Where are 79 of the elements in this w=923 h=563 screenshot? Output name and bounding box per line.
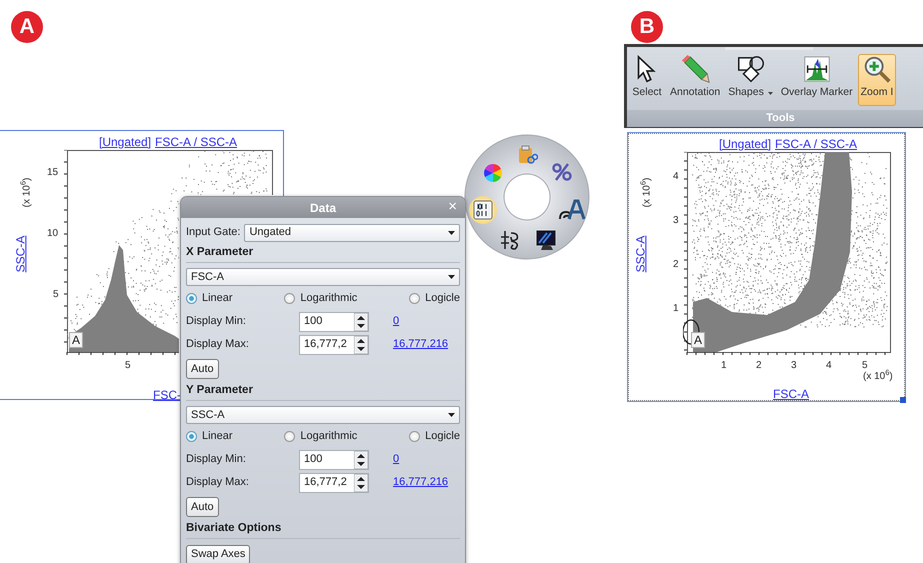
ribbon-button[interactable]: Shapes bbox=[725, 54, 776, 106]
field-label: Display Min: bbox=[186, 452, 247, 468]
y-axis-label[interactable]: SSC-A bbox=[631, 236, 650, 272]
axis-exponent: (x 10$^{6}$) bbox=[863, 369, 893, 384]
ribbon-button[interactable]: Select bbox=[629, 54, 665, 106]
scale-radio[interactable]: Logarithmic bbox=[284, 290, 358, 307]
scale-radio[interactable]: Logarithmic bbox=[284, 428, 358, 445]
number-field[interactable]: 100 bbox=[299, 450, 369, 470]
x-axis-label[interactable]: FSC-A bbox=[773, 385, 809, 403]
tick-label: 10 bbox=[47, 227, 58, 241]
resize-handle[interactable] bbox=[900, 397, 906, 403]
parameters-link[interactable]: FSC-A / SSC-A bbox=[155, 133, 238, 151]
field-label: Display Max: bbox=[186, 337, 250, 352]
parameter-dropdown[interactable]: SSC-A bbox=[186, 406, 460, 424]
parameter-dropdown[interactable]: FSC-A bbox=[186, 268, 460, 286]
spinner-arrows-icon bbox=[354, 336, 368, 354]
number-field[interactable]: 16,777,2 bbox=[299, 334, 369, 354]
input-gate-dropdown[interactable]: Ungated bbox=[244, 224, 460, 242]
swap-axes-button[interactable]: Swap Axes bbox=[186, 544, 250, 563]
parameters-link[interactable]: FSC-A / SSC-A bbox=[775, 135, 858, 153]
ribbon-button[interactable]: Annotation bbox=[667, 54, 724, 106]
ribbon-group-label: Tools bbox=[627, 110, 923, 127]
binary-icon bbox=[472, 199, 494, 221]
field-label: Display Min: bbox=[186, 314, 247, 330]
field-label: Input Gate: bbox=[186, 225, 240, 240]
tick-label: 2 bbox=[673, 258, 679, 272]
spinner-arrows-icon bbox=[354, 312, 368, 330]
ribbon-button[interactable]: Overlay Marker bbox=[778, 54, 856, 106]
tick-label: 5 bbox=[53, 288, 59, 302]
field-label: Display Max: bbox=[186, 475, 250, 490]
scale-radio[interactable]: Logicle bbox=[409, 428, 460, 445]
signature-icon bbox=[499, 229, 521, 251]
value-link[interactable]: 0 bbox=[393, 451, 400, 468]
value-link[interactable]: 16,777,216 bbox=[393, 336, 448, 353]
tick-label: 3 bbox=[673, 214, 679, 228]
ribbon-button[interactable]: Zoom I bbox=[858, 54, 896, 106]
number-field[interactable]: 16,777,2 bbox=[299, 472, 369, 492]
gate-link[interactable]: [Ungated] bbox=[719, 135, 772, 153]
tick-label: 1 bbox=[673, 302, 679, 316]
auto-button[interactable]: Auto bbox=[186, 497, 219, 517]
pencil-icon bbox=[680, 55, 710, 84]
gate-link[interactable]: [Ungated] bbox=[99, 133, 152, 151]
section-heading: X Parameter bbox=[186, 244, 460, 263]
tick-label: 5 bbox=[125, 359, 131, 373]
percent-icon bbox=[551, 161, 573, 183]
gate-label: A bbox=[691, 332, 706, 348]
histogram-marker-icon bbox=[802, 55, 832, 84]
tick-label: 2 bbox=[756, 359, 762, 373]
value-link[interactable]: 16,777,216 bbox=[393, 474, 448, 491]
scale-radio[interactable]: Linear bbox=[186, 290, 233, 307]
shapes-icon bbox=[736, 55, 766, 84]
number-field[interactable]: 100 bbox=[299, 312, 369, 332]
dropdown-arrow-icon bbox=[448, 230, 455, 234]
tick-label: 3 bbox=[791, 359, 797, 373]
panel-label: A bbox=[11, 11, 43, 43]
spinner-arrows-icon bbox=[354, 474, 368, 492]
y-axis-label[interactable]: SSC-A bbox=[11, 236, 30, 272]
spinner-arrows-icon bbox=[354, 450, 368, 468]
scale-radio[interactable]: Logicle bbox=[409, 290, 460, 307]
tick-label: 5 bbox=[862, 359, 868, 372]
x-axis-label[interactable]: FSC- bbox=[153, 386, 181, 404]
dropdown-arrow-icon bbox=[448, 275, 455, 279]
panel-label: B bbox=[631, 11, 663, 43]
dialog-title: Data bbox=[310, 200, 336, 216]
tick-label: 4 bbox=[673, 170, 679, 184]
monitor-icon bbox=[535, 229, 557, 251]
auto-button[interactable]: Auto bbox=[186, 359, 219, 379]
tick-label: 1 bbox=[721, 359, 727, 373]
tick-label: 4 bbox=[826, 359, 832, 373]
color-wheel-icon bbox=[482, 162, 504, 184]
section-heading: Bivariate Options bbox=[186, 520, 460, 539]
gate-label: A bbox=[69, 332, 84, 348]
scale-radio[interactable]: Linear bbox=[186, 428, 233, 445]
value-link[interactable]: 0 bbox=[393, 313, 400, 330]
dropdown-arrow-icon bbox=[448, 413, 455, 417]
tick-label: 15 bbox=[47, 166, 58, 180]
clipboard-icon bbox=[516, 144, 538, 166]
section-heading: Y Parameter bbox=[186, 382, 460, 401]
font-icon bbox=[558, 199, 586, 221]
